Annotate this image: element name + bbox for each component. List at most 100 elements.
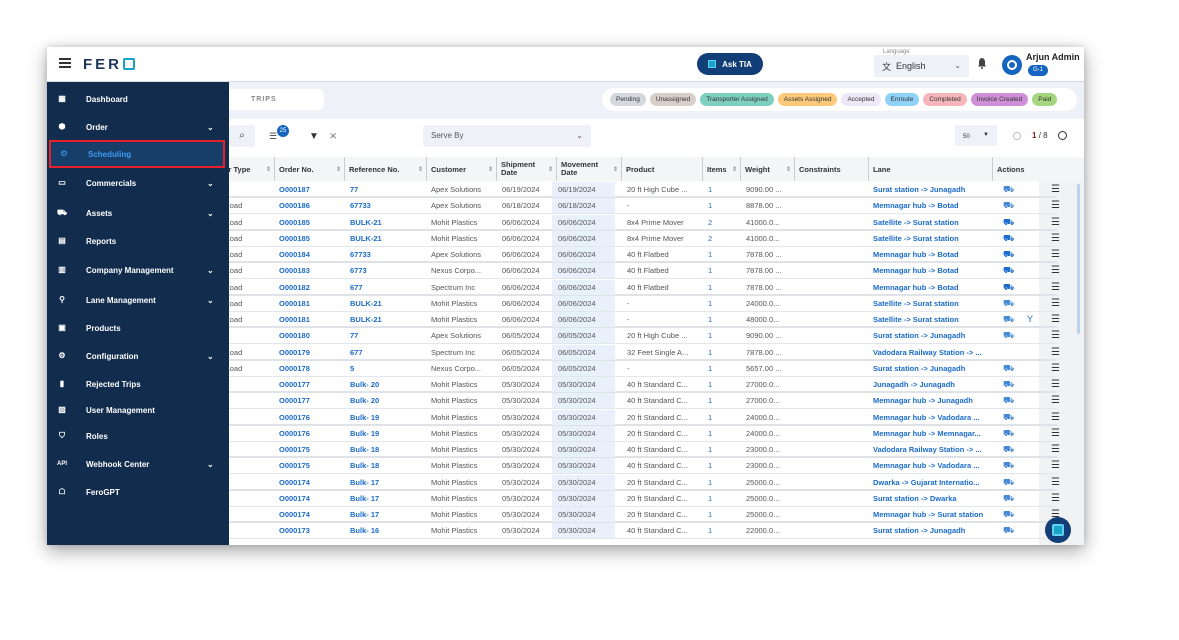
lane-link[interactable]: Surat station -> Junagadh [873, 182, 993, 197]
table-row[interactable]: Truck LoadO000182677Spectrum Inc06/06/20… [205, 279, 1060, 296]
table-row[interactable]: LCLO000174Bulk- 17Mohit Plastics05/30/20… [205, 507, 1060, 523]
status-chip[interactable]: Unassigned [649, 93, 697, 106]
table-row[interactable]: Truck LoadO00018667733Apex Solutions06/1… [205, 198, 1060, 215]
order-no-link[interactable]: O000174 [279, 507, 310, 522]
sidebar-item-reports[interactable]: ▤ Reports [47, 229, 229, 253]
column-header[interactable]: Reference No. ⇕ [345, 157, 427, 181]
lane-link[interactable]: Memnagar hub -> Vadodara ... [873, 458, 993, 473]
sort-icon[interactable]: ⇕ [548, 166, 553, 173]
filter-icon[interactable]: ▼ [309, 131, 319, 142]
reference-no-link[interactable]: 5 [350, 361, 354, 376]
sidebar-item-ferogpt[interactable]: ☖ FeroGPT [47, 480, 229, 504]
reference-no-link[interactable]: Bulk- 18 [350, 458, 379, 473]
reference-no-link[interactable]: Bulk- 19 [350, 426, 379, 441]
reference-no-link[interactable]: BULK-21 [350, 296, 382, 311]
assign-truck-icon[interactable]: ⛟ [1003, 312, 1014, 327]
table-row[interactable]: Truck LoadO0001785Nexus Corpo...06/05/20… [205, 360, 1060, 377]
sort-icon[interactable]: ⇕ [786, 166, 791, 173]
sidebar-item-dashboard[interactable]: ▦ Dashboard [47, 87, 229, 111]
order-no-link[interactable]: O000176 [279, 426, 310, 441]
lane-link[interactable]: Satellite -> Surat station [873, 312, 993, 327]
table-row[interactable]: LCLO000176Bulk- 19Mohit Plastics05/30/20… [205, 409, 1060, 426]
assign-truck-icon[interactable]: ⛟ [1003, 426, 1014, 441]
details-list-icon[interactable]: ☰ [1051, 247, 1060, 262]
status-chip[interactable]: Invoice Created [970, 93, 1029, 106]
assign-truck-filled-icon[interactable]: ⛟ [1003, 231, 1014, 246]
table-row[interactable]: LCLO000176Bulk- 19Mohit Plastics05/30/20… [205, 425, 1060, 442]
column-header[interactable]: Customer ⇕ [427, 157, 497, 181]
order-no-link[interactable]: O000182 [279, 280, 310, 295]
sidebar-item-roles[interactable]: ⛉ Roles [47, 424, 229, 448]
reference-no-link[interactable]: Bulk- 17 [350, 507, 379, 522]
table-row[interactable]: Truck LoadO0001836773Nexus Corpo...06/06… [205, 263, 1060, 280]
sidebar-item-order[interactable]: ⬢ Order ⌄ [47, 115, 229, 139]
reference-no-link[interactable]: 67733 [350, 198, 371, 213]
table-row[interactable]: Truck LoadO000185BULK-21Mohit Plastics06… [205, 214, 1060, 231]
details-list-icon[interactable]: ☰ [1051, 345, 1060, 360]
tab-trips[interactable]: TRIPS [217, 89, 324, 110]
reference-no-link[interactable]: Bulk- 18 [350, 442, 379, 457]
reference-no-link[interactable]: Bulk- 16 [350, 523, 379, 538]
reference-no-link[interactable]: Bulk- 17 [350, 475, 379, 490]
status-chip[interactable]: Completed [923, 93, 967, 106]
sidebar-item-user-management[interactable]: ▨ User Management [47, 398, 229, 422]
lane-link[interactable]: Memnagar hub -> Vadodara ... [873, 410, 993, 425]
reference-no-link[interactable]: Bulk- 20 [350, 377, 379, 392]
details-list-icon[interactable]: ☰ [1051, 182, 1060, 197]
order-no-link[interactable]: O000176 [279, 410, 310, 425]
bell-icon[interactable] [977, 57, 987, 69]
details-list-icon[interactable]: ☰ [1051, 426, 1060, 441]
lane-link[interactable]: Memnagar hub -> Junagadh [873, 393, 993, 408]
lane-link[interactable]: Satellite -> Surat station [873, 231, 993, 246]
assign-truck-icon[interactable]: ⛟ [1003, 328, 1014, 343]
table-row[interactable]: LCLO000173Bulk- 16Mohit Plastics05/30/20… [205, 523, 1060, 540]
avatar[interactable] [1002, 55, 1022, 75]
lane-link[interactable]: Vadodara Railway Station -> ... [873, 345, 993, 360]
lane-link[interactable]: Memnagar hub -> Surat station [873, 507, 993, 522]
table-row[interactable]: LCLO00018777Apex Solutions06/19/202406/1… [205, 182, 1060, 198]
table-row[interactable]: Truck LoadO000185BULK-21Mohit Plastics06… [205, 230, 1060, 247]
table-row[interactable]: Truck LoadO00018467733Apex Solutions06/0… [205, 247, 1060, 263]
order-no-link[interactable]: O000184 [279, 247, 310, 262]
reference-no-link[interactable]: Bulk- 19 [350, 410, 379, 425]
next-page-button[interactable] [1058, 131, 1067, 140]
details-list-icon[interactable]: ☰ [1051, 263, 1060, 278]
lane-link[interactable]: Surat station -> Junagadh [873, 523, 993, 538]
details-list-icon[interactable]: ☰ [1051, 312, 1060, 327]
assign-truck-icon[interactable]: ⛟ [1003, 475, 1014, 490]
order-no-link[interactable]: O000180 [279, 328, 310, 343]
assign-truck-icon[interactable]: ⛟ [1003, 410, 1014, 425]
details-list-icon[interactable]: ☰ [1051, 215, 1060, 230]
clear-filter-icon[interactable]: ⨯ [329, 131, 337, 142]
order-no-link[interactable]: O000174 [279, 491, 310, 506]
order-no-link[interactable]: O000175 [279, 442, 310, 457]
lane-link[interactable]: Dwarka -> Gujarat Internatio... [873, 475, 993, 490]
reference-no-link[interactable]: Bulk- 17 [350, 491, 379, 506]
details-list-icon[interactable]: ☰ [1051, 475, 1060, 490]
lane-link[interactable]: Surat station -> Junagadh [873, 361, 993, 376]
reference-no-link[interactable]: 67733 [350, 247, 371, 262]
menu-icon[interactable] [59, 58, 71, 68]
order-no-link[interactable]: O000185 [279, 215, 310, 230]
reference-no-link[interactable]: 677 [350, 280, 363, 295]
table-row[interactable]: LCLO00018077Apex Solutions06/05/202406/0… [205, 328, 1060, 345]
prev-page-button[interactable] [1013, 132, 1021, 140]
sort-icon[interactable]: ⇕ [732, 166, 737, 173]
reference-no-link[interactable]: BULK-21 [350, 215, 382, 230]
sort-icon[interactable]: ⇕ [613, 166, 618, 173]
column-header[interactable]: Actions [993, 157, 1053, 181]
assign-truck-icon[interactable]: ⛟ [1003, 296, 1014, 311]
lane-link[interactable]: Surat station -> Dwarka [873, 491, 993, 506]
assign-truck-icon[interactable]: ⛟ [1003, 377, 1014, 392]
table-row[interactable]: LCLO000175Bulk- 18Mohit Plastics05/30/20… [205, 458, 1060, 475]
sort-icon[interactable]: ⇕ [336, 166, 341, 173]
sidebar-item-configuration[interactable]: ⚙ Configuration ⌄ [47, 344, 229, 368]
reference-no-link[interactable]: BULK-21 [350, 231, 382, 246]
reference-no-link[interactable]: BULK-21 [350, 312, 382, 327]
lane-link[interactable]: Memnagar hub -> Botad [873, 263, 993, 278]
assign-truck-filled-icon[interactable]: ⛟ [1003, 280, 1014, 295]
table-row[interactable]: Truck LoadO000179677Spectrum Inc06/05/20… [205, 344, 1060, 361]
order-no-link[interactable]: O000173 [279, 523, 310, 538]
reference-no-link[interactable]: Bulk- 20 [350, 393, 379, 408]
logo[interactable]: FER [83, 56, 135, 73]
